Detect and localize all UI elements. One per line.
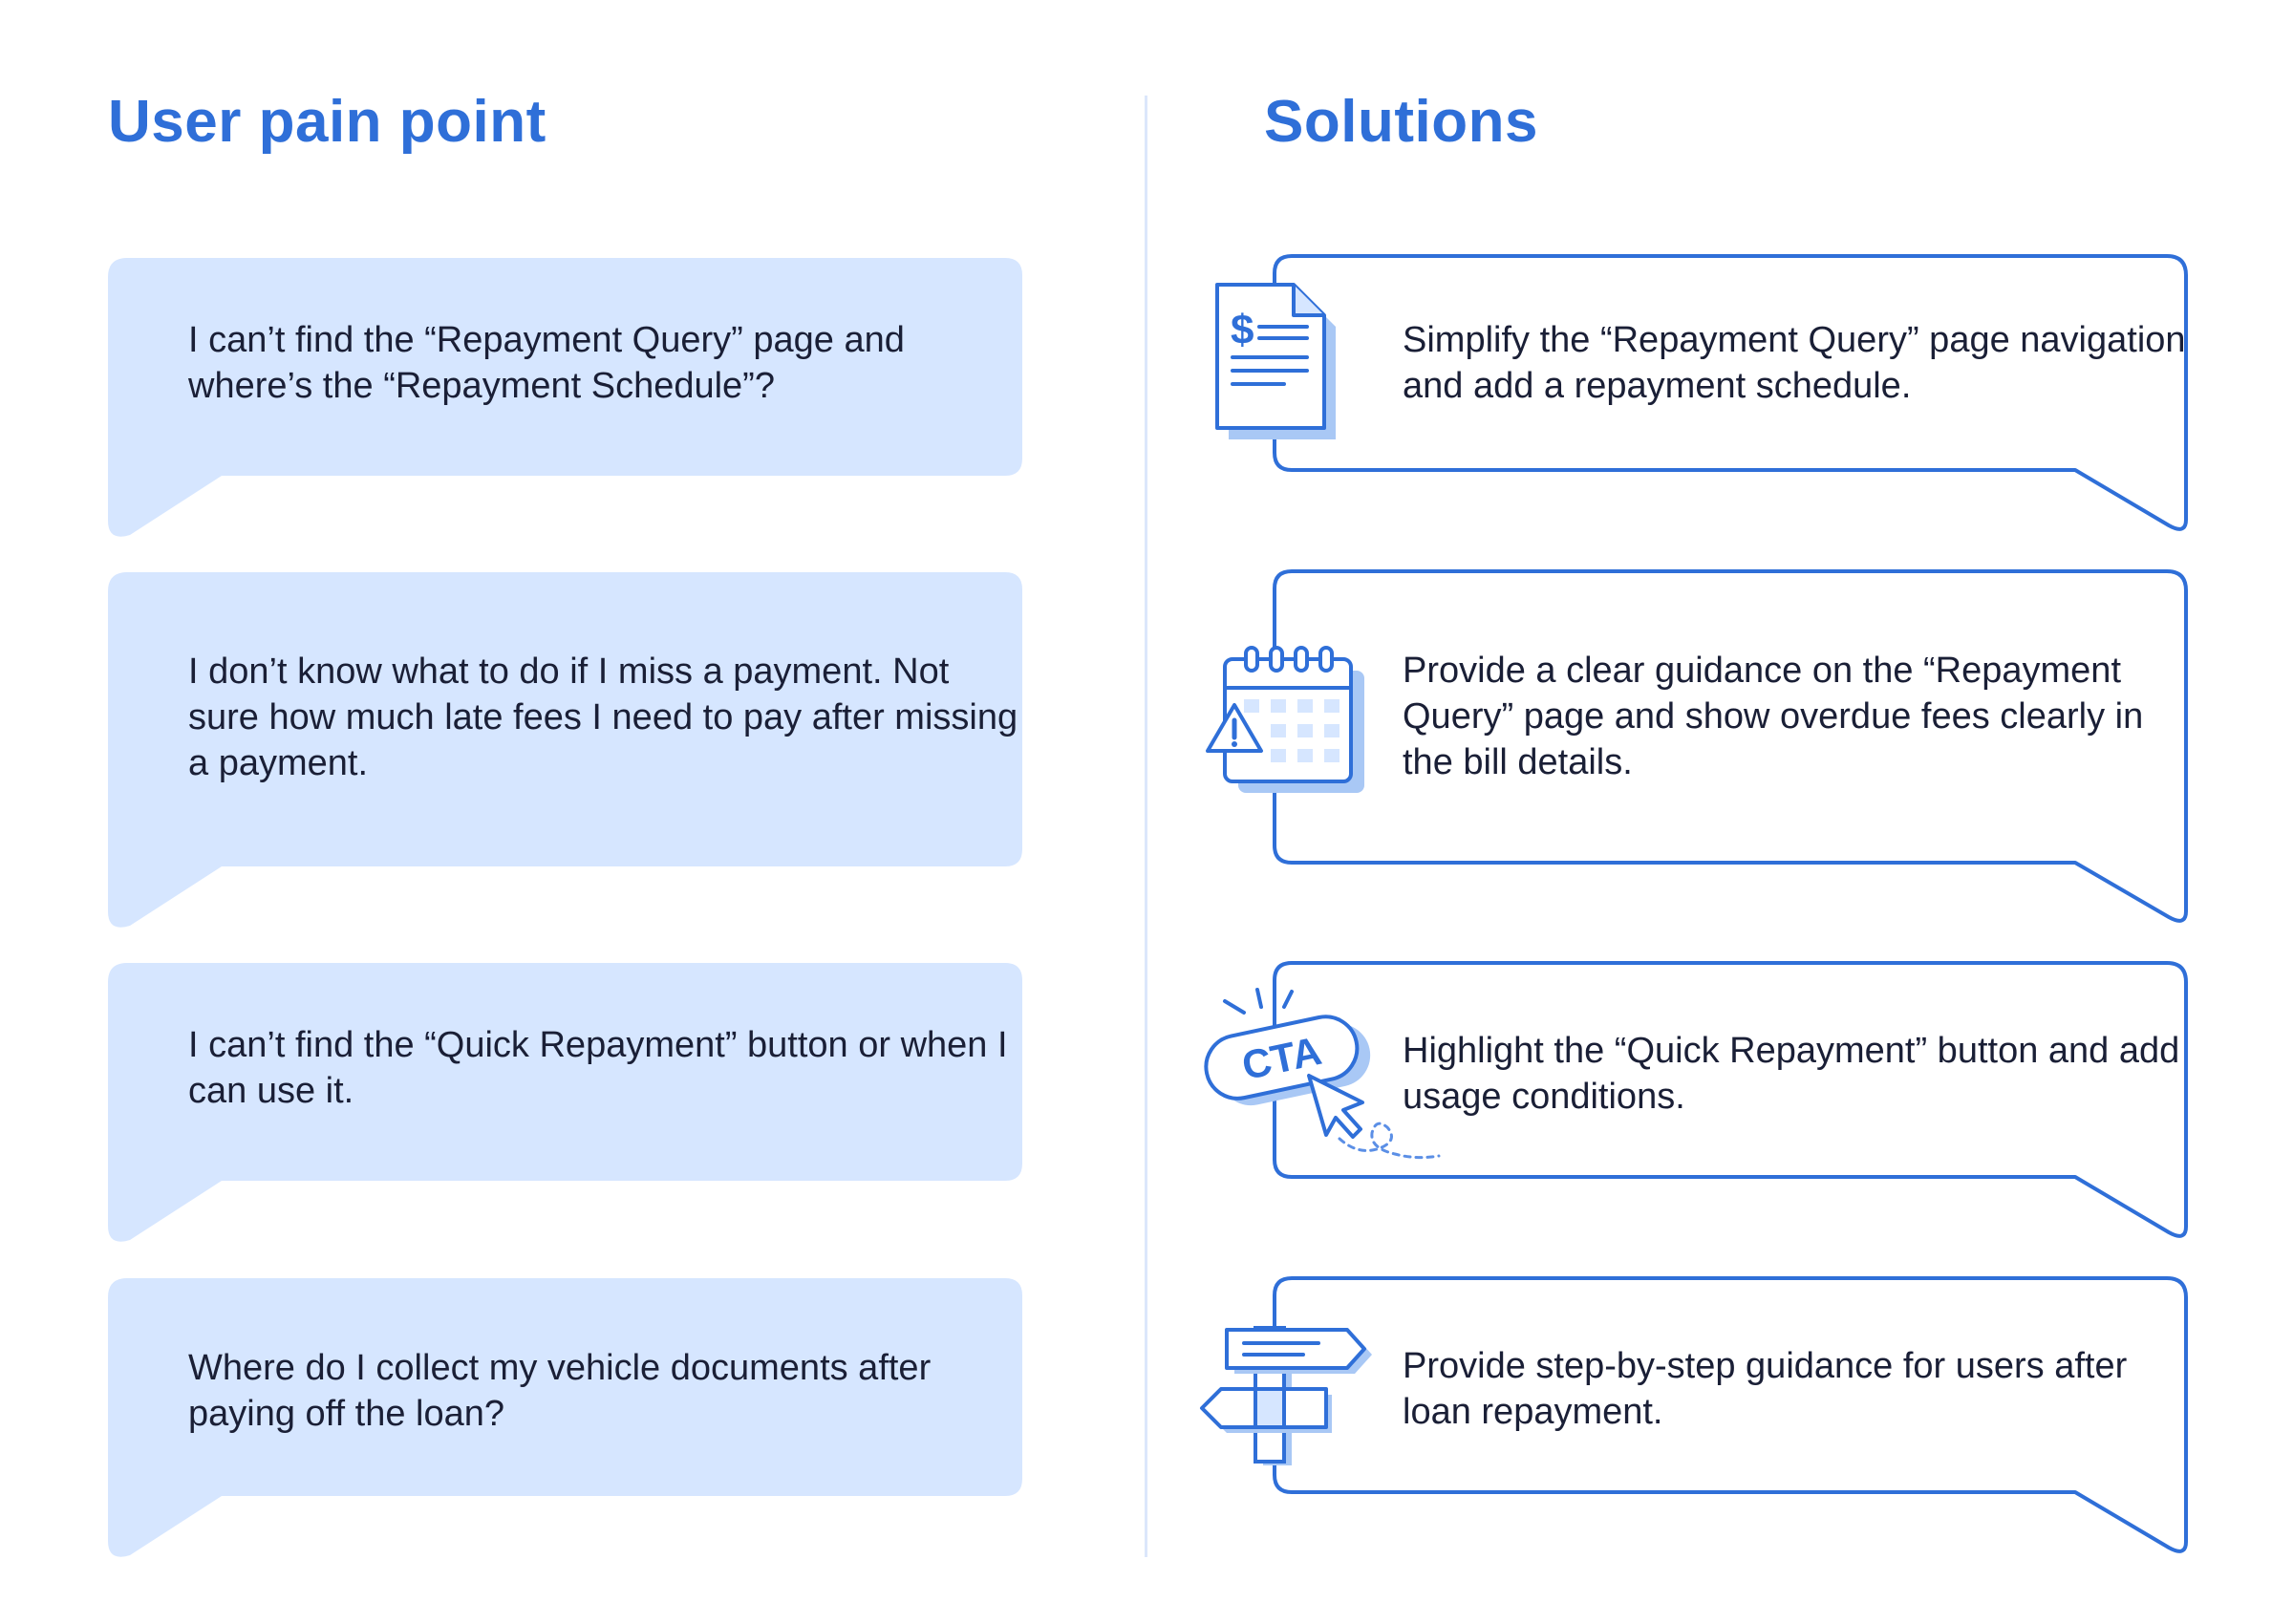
pain-point-text-2: I don’t know what to do if I miss a paym… [188, 652, 1018, 783]
solution-text-4: Provide step-by-step guidance for users … [1403, 1346, 2128, 1432]
calendar-warning-icon [1206, 646, 1364, 793]
document-dollar-icon: $ [1215, 283, 1336, 439]
pain-point-text-3: I can’t find the “Quick Repayment” butto… [188, 1025, 1008, 1111]
signpost-icon [1200, 1326, 1372, 1465]
pain-point-text-4: Where do I collect my vehicle documents … [188, 1348, 932, 1434]
pain-point-text-1: I can’t find the “Repayment Query” page … [188, 320, 905, 406]
solution-text-2: Provide a clear guidance on the “Repayme… [1403, 651, 2144, 782]
cta-button-cursor-icon: CTA [1204, 988, 1441, 1160]
solution-text-1: Simplify the “Repayment Query” page navi… [1403, 320, 2186, 406]
solution-text-3: Highlight the “Quick Repayment” button a… [1403, 1031, 2180, 1117]
dollar-glyph: $ [1231, 307, 1254, 353]
